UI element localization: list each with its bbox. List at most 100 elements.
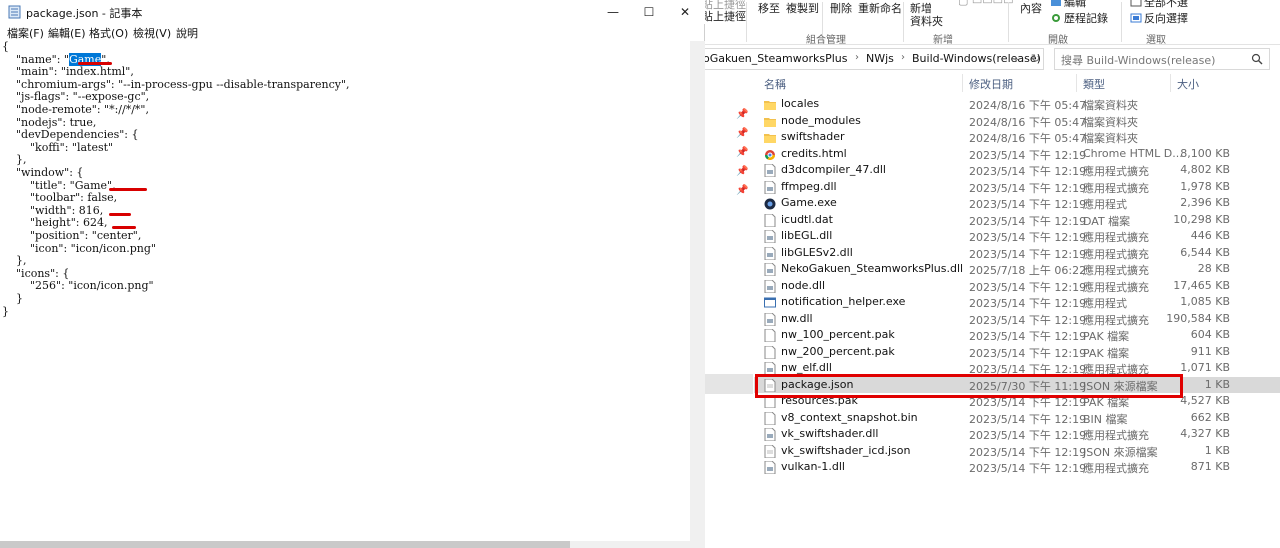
ribbon-paste-shortcut-2[interactable]: 貼上捷徑: [702, 10, 746, 23]
file-row[interactable]: nw_100_percent.pak 2023/5/14 下午 12:19 PAK …: [758, 327, 1280, 344]
file-name: node.dll: [781, 278, 826, 292]
pin-icon[interactable]: 📌: [736, 166, 748, 177]
ribbon-group-select: 選取: [1146, 35, 1166, 46]
ribbon-new-folder[interactable]: 新增 資料夾: [910, 2, 943, 28]
file-row[interactable]: ffmpeg.dll 2023/5/14 下午 12:19 應用程式擴充 1,978 …: [758, 179, 1280, 196]
text-editor[interactable]: { "name": "Game", "main": "index.html", …: [0, 40, 690, 541]
file-name: node_modules: [781, 113, 861, 127]
ribbon-select-none[interactable]: 全部不選: [1130, 0, 1188, 9]
menu-file[interactable]: 檔案(F): [7, 25, 44, 41]
file-row[interactable]: vulkan-1.dll 2023/5/14 下午 12:19 應用程式擴充 871 …: [758, 459, 1280, 476]
editor-line: "toolbar": false,: [2, 191, 118, 205]
chevron-down-icon[interactable]: ⌄: [1012, 53, 1020, 64]
ribbon-history[interactable]: 歷程記錄: [1050, 12, 1108, 25]
pin-icon[interactable]: 📌: [736, 185, 748, 196]
navigation-pane: 📌 📌 📌 📌 📌: [698, 76, 758, 548]
ribbon-copy-to-label: 複製到: [786, 2, 819, 15]
title-bar[interactable]: package.json - 記事本 — ☐ ✕: [0, 0, 705, 24]
file-row[interactable]: NekoGakuen_SteamworksPlus.dll 2025/7/18 上…: [758, 261, 1280, 278]
file-row[interactable]: node.dll 2023/5/14 下午 12:19 應用程式擴充 17,465 K…: [758, 278, 1280, 295]
ribbon-delete[interactable]: 刪除: [830, 2, 852, 15]
file-size: 4,327 KB: [1180, 427, 1230, 440]
menu-format[interactable]: 格式(O): [89, 25, 128, 41]
close-button[interactable]: ✕: [670, 2, 700, 22]
file-row[interactable]: nw.dll 2023/5/14 下午 12:19 應用程式擴充 190,584 KB: [758, 311, 1280, 328]
file-row[interactable]: vk_swiftshader.dll 2023/5/14 下午 12:19 應用程式…: [758, 426, 1280, 443]
search-input[interactable]: 搜尋 Build-Windows(release): [1054, 48, 1270, 70]
file-row[interactable]: Game.exe 2023/5/14 下午 12:19 應用程式 2,396 KB: [758, 195, 1280, 212]
nav-selected-item[interactable]: [698, 374, 753, 394]
file-row[interactable]: v8_context_snapshot.bin 2023/5/14 下午 12:1…: [758, 410, 1280, 427]
file-name: credits.html: [781, 146, 847, 160]
breadcrumb-item[interactable]: oGakuen_SteamworksPlus: [703, 52, 848, 65]
file-row[interactable]: libGLESv2.dll 2023/5/14 下午 12:19 應用程式擴充 6,5…: [758, 245, 1280, 262]
vertical-scrollbar[interactable]: [690, 41, 705, 541]
ribbon-divider: [1008, 2, 1009, 42]
ribbon-new-item-partial[interactable]: ▢ ▭▭▭▭: [958, 0, 1013, 7]
annotation-underline: [109, 188, 147, 191]
file-row[interactable]: credits.html 2023/5/14 下午 12:19 Chrome HTM…: [758, 146, 1280, 163]
horizontal-scrollbar[interactable]: [0, 541, 705, 548]
file-size: 17,465 KB: [1173, 278, 1230, 292]
ribbon-paste-shortcut-label: 貼上捷徑: [702, 10, 746, 23]
column-divider[interactable]: [1076, 74, 1077, 92]
column-divider[interactable]: [1170, 74, 1171, 92]
ribbon-group-open: 開啟: [1048, 35, 1068, 46]
ribbon-rename-label: 重新命名: [858, 2, 902, 15]
pin-icon[interactable]: 📌: [736, 128, 748, 139]
file-date: 2023/5/14 下午 12:19: [969, 198, 1087, 211]
annotation-underline: [112, 226, 136, 229]
file-row[interactable]: libEGL.dll 2023/5/14 下午 12:19 應用程式擴充 446 KB: [758, 228, 1280, 245]
ribbon-invert-selection-label: 反向選擇: [1144, 12, 1188, 25]
annotation-underline: [78, 62, 112, 65]
ribbon-edit[interactable]: 編輯: [1050, 0, 1086, 9]
ribbon-rename[interactable]: 重新命名: [858, 2, 902, 15]
scrollbar-thumb[interactable]: [0, 541, 570, 548]
pin-icon[interactable]: 📌: [736, 147, 748, 158]
ribbon-divider: [1121, 2, 1122, 42]
editor-line: "devDependencies": {: [2, 128, 139, 142]
file-row[interactable]: vk_swiftshader_icd.json 2023/5/14 下午 12:1…: [758, 443, 1280, 460]
file-icon: [764, 345, 776, 359]
file-row[interactable]: d3dcompiler_47.dll 2023/5/14 下午 12:19 應用程式…: [758, 162, 1280, 179]
menu-edit[interactable]: 編輯(E): [48, 25, 86, 41]
ribbon-delete-label: 刪除: [830, 2, 852, 15]
pin-icon[interactable]: 📌: [736, 109, 748, 120]
menu-help[interactable]: 說明: [176, 25, 198, 41]
ribbon-group-organize: 組合管理: [806, 35, 846, 46]
ribbon-copy-to[interactable]: 複製到: [786, 2, 819, 15]
file-row[interactable]: nw_200_percent.pak 2023/5/14 下午 12:19 PAK …: [758, 344, 1280, 361]
file-row[interactable]: notification_helper.exe 2023/5/14 下午 12:1…: [758, 294, 1280, 311]
column-header-type[interactable]: 類型: [1083, 76, 1105, 92]
breadcrumb-item[interactable]: NWjs: [866, 52, 894, 65]
address-bar[interactable]: oGakuen_SteamworksPlus › NWjs › Build-Wi…: [702, 48, 1044, 70]
breadcrumb-item[interactable]: Build-Windows(release): [912, 52, 1041, 65]
column-header-size[interactable]: 大小: [1177, 76, 1199, 92]
file-type: 應用程式: [1083, 198, 1127, 211]
dll-icon: [764, 427, 776, 442]
file-type: 檔案資料夾: [1083, 115, 1138, 129]
file-row[interactable]: swiftshader 2024/8/16 下午 05:47 檔案資料夾: [758, 129, 1280, 146]
file-row[interactable]: icudtl.dat 2023/5/14 下午 12:19 DAT 檔案 10,298…: [758, 212, 1280, 229]
refresh-icon[interactable]: ↻: [1031, 52, 1040, 65]
file-date: 2023/5/14 下午 12:19: [969, 148, 1087, 162]
file-row[interactable]: node_modules 2024/8/16 下午 05:47 檔案資料夾: [758, 113, 1280, 130]
file-size: 1,978 KB: [1180, 179, 1230, 193]
file-row[interactable]: locales 2024/8/16 下午 05:47 檔案資料夾: [758, 96, 1280, 113]
minimize-button[interactable]: —: [598, 2, 628, 22]
file-type: 應用程式擴充: [1083, 264, 1149, 277]
address-row: oGakuen_SteamworksPlus › NWjs › Build-Wi…: [698, 48, 1280, 70]
ribbon-properties[interactable]: 內容: [1020, 2, 1042, 15]
menu-view[interactable]: 檢視(V): [133, 25, 171, 41]
ribbon-invert-selection[interactable]: 反向選擇: [1130, 12, 1188, 25]
column-divider[interactable]: [962, 74, 963, 92]
file-date: 2023/5/14 下午 12:19: [969, 412, 1087, 426]
maximize-button[interactable]: ☐: [634, 2, 664, 22]
file-name: nw_100_percent.pak: [781, 328, 895, 341]
file-type: 應用程式: [1083, 297, 1127, 310]
ribbon: 貼上捷徑 貼上捷徑 移至 複製到 刪除 重新命名 組合管理 新增 資料夾 ▢ ▭…: [698, 0, 1280, 46]
column-header-date[interactable]: 修改日期: [969, 76, 1013, 92]
ribbon-move-to[interactable]: 移至: [758, 2, 780, 15]
file-name: nw.dll: [781, 311, 813, 325]
column-header-name[interactable]: 名稱: [764, 76, 786, 92]
